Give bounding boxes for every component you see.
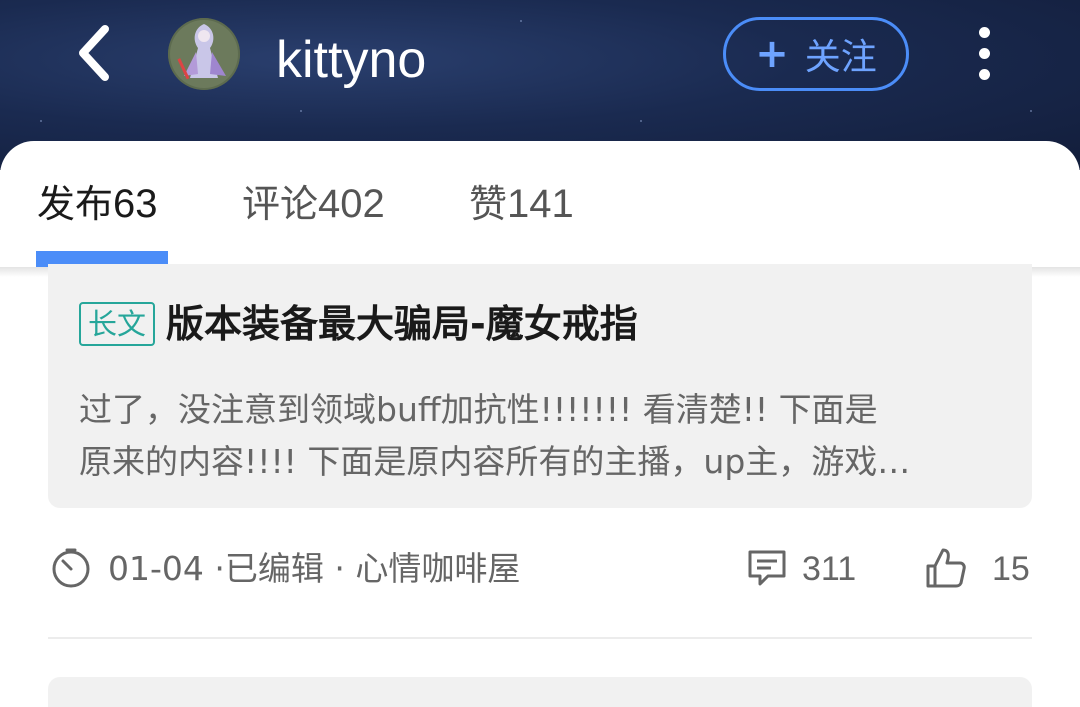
tab-comments[interactable]: 评论402 [242,179,385,229]
follow-button[interactable]: + 关注 [723,17,909,91]
avatar[interactable] [168,18,240,90]
tab-count: 141 [507,182,574,226]
tab-label: 发布 [37,182,114,226]
post-meta: 01-04 ·已编辑 · 心情咖啡屋 311 15 [48,541,1032,601]
comment-count[interactable]: 311 [802,547,856,591]
back-button[interactable] [66,22,120,84]
plus-icon: + [755,31,789,77]
long-article-badge: 长文 [79,302,155,346]
star-decoration [40,120,42,122]
post-excerpt: 过了，没注意到领域buff加抗性!!!!!!! 看清楚!! 下面是 原来的内容!… [79,384,1009,488]
tab-label: 赞 [469,182,508,226]
divider [48,637,1032,639]
star-decoration [1030,110,1032,112]
tab-bar: 发布63 评论402 赞141 [0,141,1080,267]
like-count[interactable]: 15 [992,547,1030,591]
post-excerpt-line: 过了，没注意到领域buff加抗性!!!!!!! 看清楚!! 下面是 [79,390,878,429]
back-arrow-icon [79,25,109,81]
tab-likes[interactable]: 赞141 [469,179,574,229]
next-post-card[interactable] [48,677,1032,707]
post-excerpt-line: 原来的内容!!!! 下面是原内容所有的主播，up主，游戏… [79,442,911,481]
tab-count: 63 [113,182,158,226]
tab-label: 评论 [242,182,319,226]
more-vertical-icon [978,47,990,59]
follow-label: 关注 [804,37,877,78]
star-decoration [520,20,522,22]
post-title: 版本装备最大骗局-魔女戒指 [166,302,638,346]
post-date-topic: 01-04 ·已编辑 · 心情咖啡屋 [108,549,521,588]
tab-posts[interactable]: 发布63 [37,179,158,229]
star-decoration [300,110,302,112]
more-vertical-icon [978,68,990,80]
comment-icon[interactable] [746,548,788,588]
more-options-button[interactable] [962,20,1006,86]
more-vertical-icon [978,26,990,38]
thumbs-up-icon[interactable] [924,546,968,590]
star-decoration [640,120,642,122]
content-sheet: 发布63 评论402 赞141 长文 版本装备最大骗局-魔女戒指 过了，没注意到… [0,141,1080,707]
post-card[interactable]: 长文 版本装备最大骗局-魔女戒指 过了，没注意到领域buff加抗性!!!!!!!… [48,264,1032,508]
clock-icon [52,548,90,588]
avatar-image [168,18,240,90]
tab-count: 402 [318,182,385,226]
username: kittyno [276,31,427,89]
